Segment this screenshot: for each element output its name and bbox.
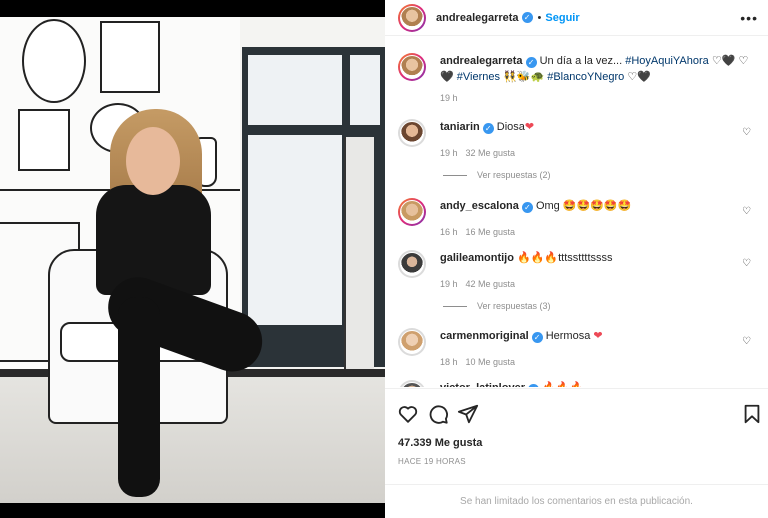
author-avatar[interactable] bbox=[398, 3, 426, 32]
caption-emoji: ♡🖤 bbox=[711, 54, 736, 67]
comment-username[interactable]: carmenmoriginal bbox=[440, 330, 529, 342]
caption-emoji: 👯🐝🐢 bbox=[503, 70, 545, 83]
comment-heart-icon[interactable]: ♡ bbox=[742, 258, 751, 269]
photo-door bbox=[344, 137, 374, 377]
post-header: andrealegarreta ✓ • Seguir ••• bbox=[385, 0, 768, 36]
comment-text: Omg bbox=[535, 200, 560, 212]
caption-text: Un día a la vez... bbox=[539, 55, 623, 67]
comment-heart-icon[interactable]: ♡ bbox=[742, 127, 751, 138]
view-replies-button[interactable]: Ver respuestas (2) bbox=[443, 170, 551, 180]
caption-emoji: ♡🖤 bbox=[627, 70, 651, 83]
bookmark-icon[interactable] bbox=[741, 403, 763, 425]
comment-emoji: 🔥🔥🔥 bbox=[517, 251, 559, 264]
heart-icon[interactable] bbox=[397, 403, 419, 425]
comment-heart-icon[interactable]: ♡ bbox=[742, 206, 751, 217]
comment-heart-icon[interactable]: ♡ bbox=[742, 336, 751, 347]
hashtag-link[interactable]: #BlancoYNegro bbox=[547, 71, 624, 83]
post-time-ago[interactable]: HACE 19 HORAS bbox=[398, 457, 466, 466]
likes-count[interactable]: 47.339 Me gusta bbox=[398, 437, 482, 449]
photo-frame-drawing bbox=[22, 19, 86, 103]
comment-likes[interactable]: 42 Me gusta bbox=[466, 279, 516, 289]
comment-emoji: ❤ bbox=[524, 120, 535, 133]
caption-username[interactable]: andrealegarreta bbox=[440, 55, 523, 67]
comment-username[interactable]: victor_latinlover bbox=[440, 382, 525, 387]
verified-badge-icon: ✓ bbox=[482, 123, 494, 134]
more-icon[interactable]: ••• bbox=[740, 10, 758, 26]
comment-likes[interactable]: 16 Me gusta bbox=[466, 227, 516, 237]
photo-person-body bbox=[96, 185, 211, 295]
hashtag-link[interactable]: #Viernes bbox=[457, 71, 500, 83]
view-replies-button[interactable]: Ver respuestas (3) bbox=[443, 301, 551, 311]
photo-frame-drawing bbox=[18, 109, 70, 171]
comment-likes[interactable]: 32 Me gusta bbox=[466, 148, 516, 158]
comment-icon[interactable] bbox=[427, 403, 449, 425]
author-username[interactable]: andrealegarreta bbox=[436, 12, 519, 24]
post-media[interactable] bbox=[0, 0, 385, 518]
commenter-avatar[interactable] bbox=[398, 328, 426, 356]
comment-text: tttssttttssss bbox=[558, 252, 613, 264]
verified-badge-icon: ✓ bbox=[521, 202, 533, 213]
hashtag-link[interactable]: #HoyAquiYAhora bbox=[625, 55, 709, 67]
comment-time[interactable]: 18 h bbox=[440, 357, 458, 367]
comments-limited-notice: Se han limitado los comentarios en esta … bbox=[385, 484, 768, 518]
comment-text: Hermosa bbox=[545, 330, 591, 342]
verified-badge-icon: ✓ bbox=[525, 57, 537, 68]
comment-item: carmenmoriginal ✓ Hermosa ❤ 18 h 10 Me gus… bbox=[398, 328, 756, 370]
author-avatar[interactable] bbox=[398, 53, 426, 81]
comment-item: galileamontijo 🔥🔥🔥tttssttttssss 19 h 42 M… bbox=[398, 250, 756, 292]
view-replies-label: Ver respuestas (2) bbox=[477, 170, 551, 180]
comment-username[interactable]: taniarin bbox=[440, 121, 480, 133]
share-icon[interactable] bbox=[457, 403, 479, 425]
comment-time[interactable]: 19 h bbox=[440, 148, 458, 158]
comment-likes[interactable]: 10 Me gusta bbox=[466, 357, 516, 367]
verified-badge-icon: ✓ bbox=[531, 332, 543, 343]
comment-emoji: 🔥🔥🔥 bbox=[542, 381, 583, 387]
follow-button[interactable]: Seguir bbox=[545, 12, 579, 24]
commenter-avatar[interactable] bbox=[398, 380, 426, 387]
comment-item: taniarin ✓ Diosa❤ 19 h 32 Me gusta ♡ bbox=[398, 119, 756, 161]
comment-username[interactable]: galileamontijo bbox=[440, 252, 514, 264]
comment-time[interactable]: 19 h bbox=[440, 279, 458, 289]
commenter-avatar[interactable] bbox=[398, 250, 426, 278]
verified-badge-icon: ✓ bbox=[527, 384, 539, 387]
comment-emoji: 🤩🤩🤩🤩🤩 bbox=[562, 199, 632, 212]
view-replies-label: Ver respuestas (3) bbox=[477, 301, 551, 311]
comment-emoji: ❤ bbox=[593, 329, 603, 342]
comment-time[interactable]: 16 h bbox=[440, 227, 458, 237]
caption: andrealegarreta ✓ Un día a la vez... #Hoy… bbox=[398, 53, 756, 106]
commenter-avatar[interactable] bbox=[398, 119, 426, 147]
comments-list[interactable]: andrealegarreta ✓ Un día a la vez... #Hoy… bbox=[385, 37, 768, 387]
comment-text: Diosa bbox=[496, 121, 525, 133]
post-side-panel: andrealegarreta ✓ • Seguir ••• andrealeg… bbox=[385, 0, 768, 518]
photo-frame-drawing bbox=[100, 21, 160, 93]
comment-item: andy_escalona ✓ Omg 🤩🤩🤩🤩🤩 16 h 16 Me gusta… bbox=[398, 198, 756, 240]
post-actions: 47.339 Me gusta HACE 19 HORAS bbox=[385, 388, 768, 484]
photo-person-face bbox=[126, 127, 180, 195]
verified-badge-icon: ✓ bbox=[521, 12, 533, 23]
post-photo[interactable] bbox=[0, 17, 385, 503]
caption-time[interactable]: 19 h bbox=[440, 93, 458, 103]
comment-item: victor_latinlover✓ 🔥🔥🔥 bbox=[398, 380, 756, 387]
commenter-avatar[interactable] bbox=[398, 198, 426, 226]
comment-username[interactable]: andy_escalona bbox=[440, 200, 519, 212]
photo-person-leg bbox=[118, 297, 160, 497]
header-separator: • bbox=[537, 11, 542, 24]
